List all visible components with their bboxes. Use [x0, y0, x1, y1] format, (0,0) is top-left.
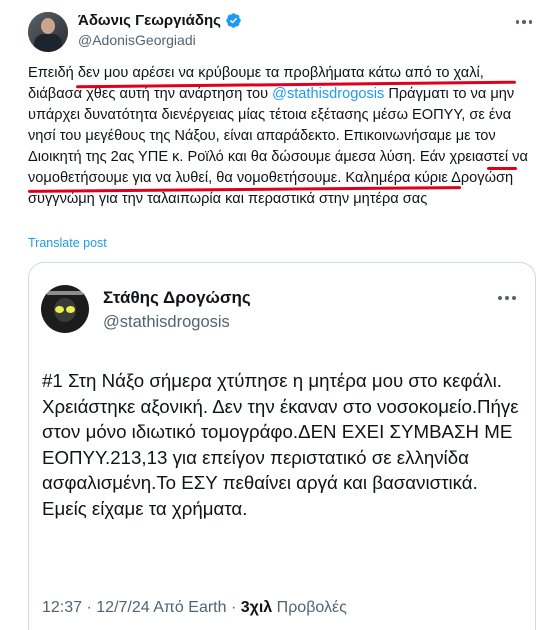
- quoted-author-name[interactable]: Στάθης Δρογώσης: [103, 287, 251, 309]
- avatar-head: [41, 18, 55, 34]
- author-avatar[interactable]: [28, 12, 68, 52]
- quoted-tweet-card[interactable]: Στάθης Δρογώσης @stathisdrogosis #1 Στη …: [28, 262, 536, 630]
- post-time[interactable]: 12:37: [42, 599, 82, 616]
- dot: [522, 20, 526, 24]
- post-source: Από Earth: [153, 599, 227, 616]
- tweet-author: Άδωνις Γεωργιάδης @AdonisGeorgiadi: [78, 11, 242, 50]
- dot: [512, 296, 516, 300]
- author-name[interactable]: Άδωνις Γεωργιάδης: [78, 11, 221, 30]
- quoted-author-avatar[interactable]: [41, 285, 89, 333]
- quoted-more-options-icon[interactable]: [495, 288, 519, 308]
- avatar-glasses-left: [55, 306, 64, 313]
- more-options-icon[interactable]: [512, 12, 536, 32]
- dot: [505, 296, 509, 300]
- dot: [498, 296, 502, 300]
- quoted-tweet-text: #1 Στη Νάξο σήμερα χτύπησε η μητέρα μου …: [42, 370, 519, 519]
- author-handle[interactable]: @AdonisGeorgiadi: [78, 31, 242, 50]
- post-date[interactable]: 12/7/24: [96, 599, 149, 616]
- dot: [515, 20, 520, 24]
- quoted-author: Στάθης Δρογώσης @stathisdrogosis: [103, 287, 251, 333]
- author-name-row[interactable]: Άδωνις Γεωργιάδης: [78, 11, 242, 30]
- avatar-banner-text: [47, 291, 83, 295]
- annotation-underline: [487, 167, 517, 170]
- views-label: Προβολές: [276, 599, 347, 616]
- verified-badge-icon: [226, 13, 241, 28]
- avatar-glasses-right: [66, 306, 75, 313]
- views-count: 3χιλ: [240, 599, 273, 616]
- dot: [528, 20, 533, 24]
- highlighted-phrase-1: δεν μου αρέσει να κρύβουμε τα προβλήματα…: [77, 65, 480, 81]
- translate-post-link[interactable]: Translate post: [28, 236, 107, 250]
- avatar-torso: [34, 34, 62, 52]
- mention-link[interactable]: @stathisdrogosis: [272, 86, 384, 102]
- quoted-author-handle[interactable]: @stathisdrogosis: [103, 311, 251, 333]
- quoted-tweet-meta: 12:37 · 12/7/24 Από Earth · 3χιλ Προβολέ…: [42, 599, 347, 616]
- text-segment: Επειδή: [28, 65, 78, 81]
